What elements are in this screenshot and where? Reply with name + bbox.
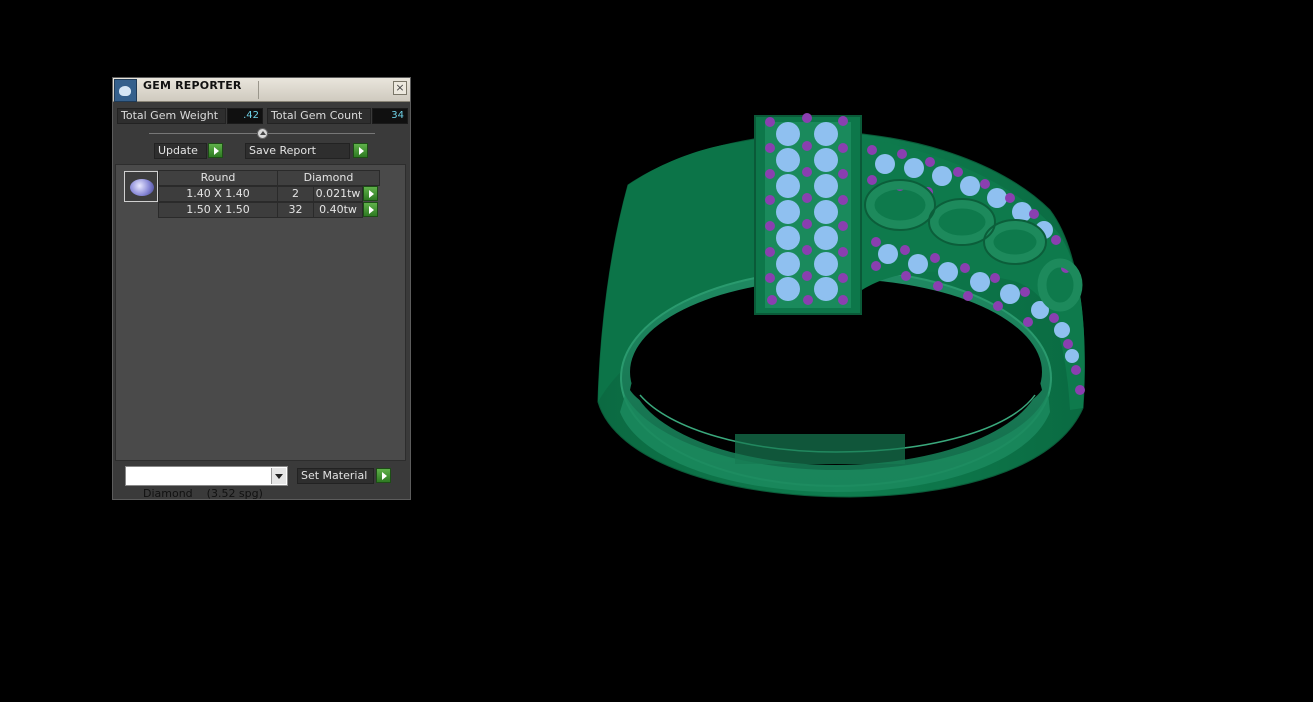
- shape-header: Round: [158, 170, 278, 186]
- 3d-viewport[interactable]: [560, 95, 1120, 515]
- gem-row-weight: 0.021tw: [313, 186, 363, 202]
- gem-list: Round Diamond 1.40 X 1.40 2 0.021tw 1.50…: [115, 164, 406, 461]
- total-gem-count-value: 34: [372, 108, 408, 124]
- gem-row-count: 32: [277, 202, 314, 218]
- material-header: Diamond: [277, 170, 380, 186]
- chevron-down-icon[interactable]: [271, 468, 286, 484]
- round-diamond-icon[interactable]: [124, 171, 158, 202]
- panel-title: GEM REPORTER: [143, 79, 242, 92]
- total-gem-count-label: Total Gem Count: [267, 108, 371, 124]
- close-button[interactable]: ×: [393, 81, 407, 95]
- set-material-button[interactable]: Set Material: [297, 468, 374, 484]
- update-go-icon[interactable]: [208, 143, 223, 158]
- gem-row-go-icon[interactable]: [363, 202, 378, 217]
- total-gem-weight-value: .42: [227, 108, 263, 124]
- gem-row-go-icon[interactable]: [363, 186, 378, 201]
- material-select[interactable]: Diamond (3.52 spg): [125, 466, 288, 500]
- gem-reporter-app-icon: [114, 79, 137, 102]
- gem-row-size[interactable]: 1.40 X 1.40: [158, 186, 278, 202]
- gem-row-count: 2: [277, 186, 314, 202]
- gem-row-size[interactable]: 1.50 X 1.50: [158, 202, 278, 218]
- save-report-button[interactable]: Save Report: [245, 143, 350, 159]
- total-gem-weight-label: Total Gem Weight: [117, 108, 226, 124]
- material-select-value: Diamond (3.52 spg): [143, 487, 263, 500]
- titlebar-divider: [258, 81, 259, 99]
- collapse-toggle-icon[interactable]: [257, 128, 268, 139]
- gem-reporter-panel: GEM REPORTER × Total Gem Weight .42 Tota…: [112, 77, 411, 500]
- gem-row-weight: 0.40tw: [313, 202, 363, 218]
- set-material-go-icon[interactable]: [376, 468, 391, 483]
- ring-model[interactable]: [597, 113, 1085, 498]
- save-report-go-icon[interactable]: [353, 143, 368, 158]
- panel-titlebar[interactable]: GEM REPORTER ×: [113, 78, 410, 102]
- update-button[interactable]: Update: [154, 143, 207, 159]
